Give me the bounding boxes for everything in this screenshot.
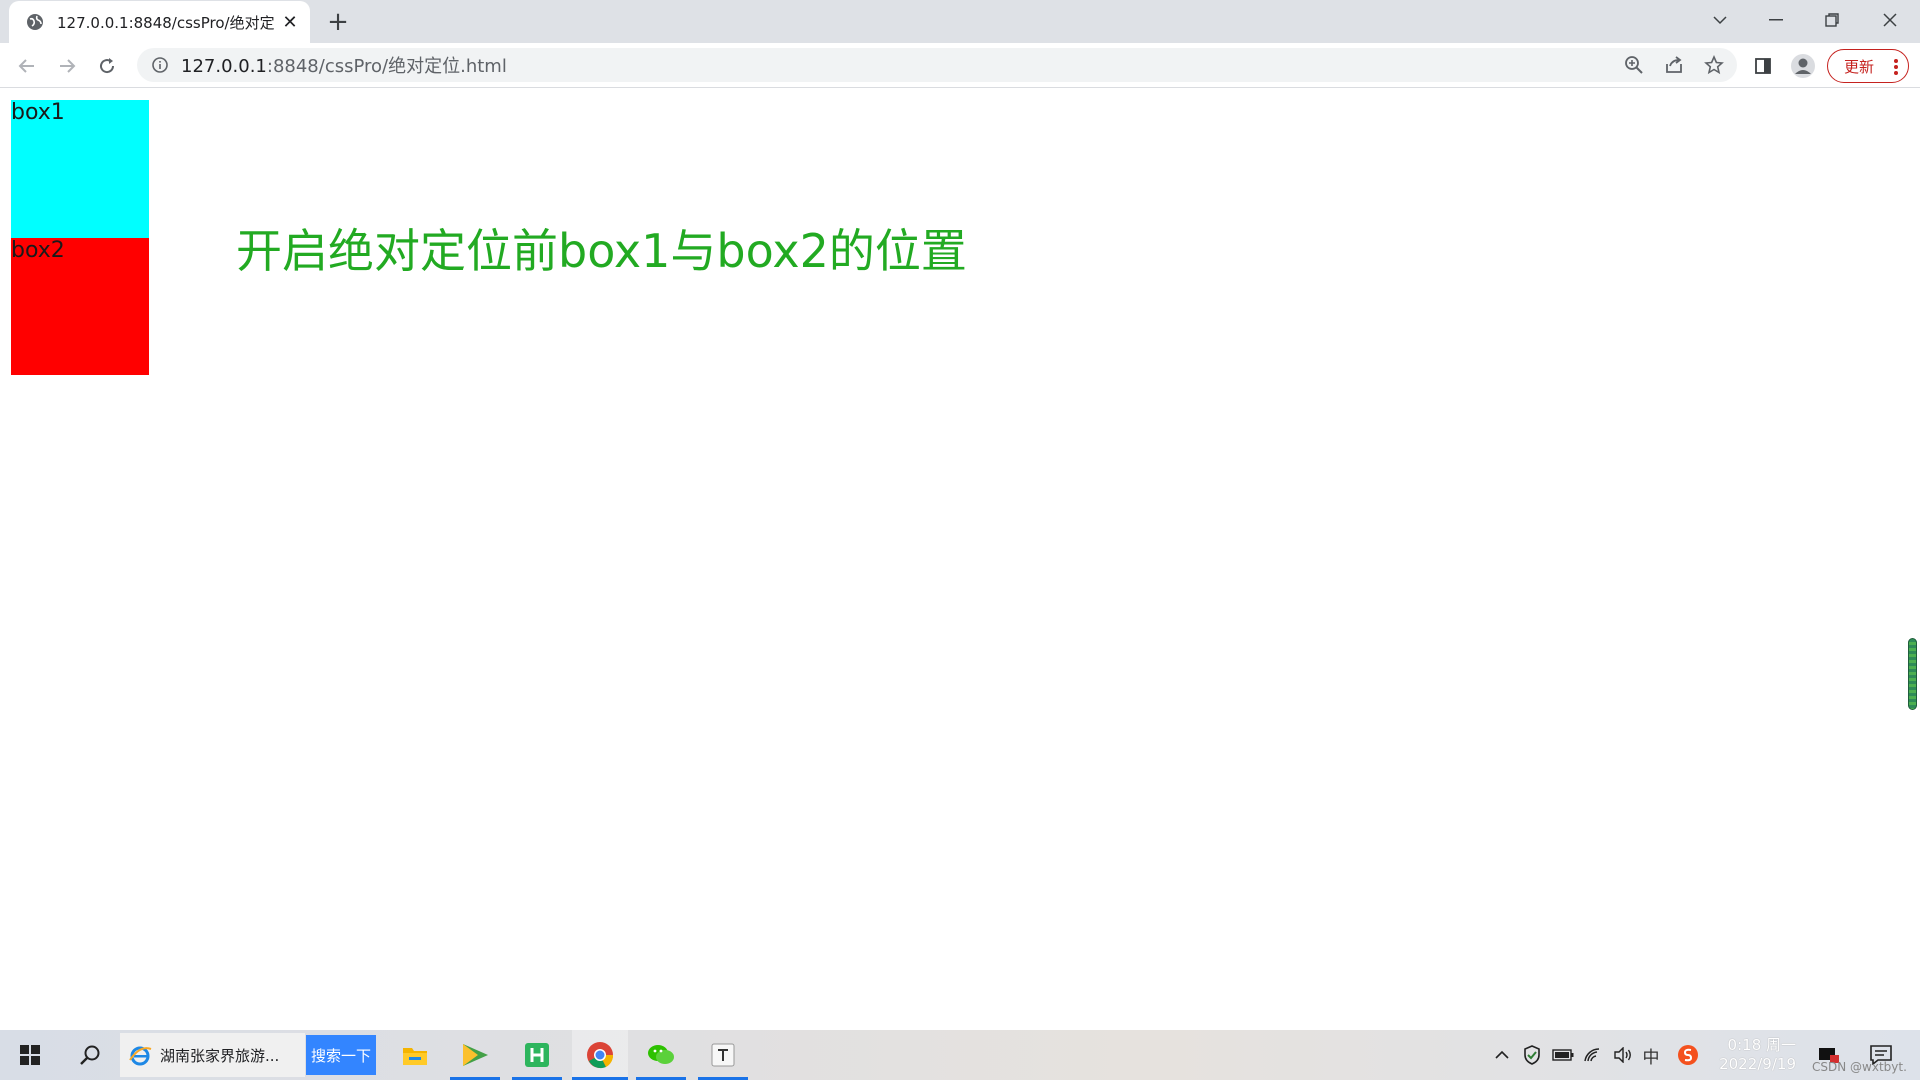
chrome-icon[interactable] (572, 1030, 628, 1080)
wechat-icon[interactable] (636, 1030, 686, 1080)
url-text: 127.0.0.1:8848/cssPro/绝对定位.html (181, 52, 507, 78)
box1-label: box1 (11, 100, 65, 125)
reload-icon[interactable] (92, 51, 122, 81)
folder-icon[interactable] (395, 1030, 435, 1080)
csdn-watermark: CSDN @wxtbyt. (1812, 1060, 1907, 1074)
star-icon[interactable] (1700, 51, 1728, 79)
taskbar-clock[interactable]: 0:18 周一 2022/9/19 (1716, 1036, 1796, 1076)
update-label: 更新 (1844, 57, 1875, 76)
sogou-icon[interactable] (1674, 1030, 1702, 1080)
update-button[interactable]: 更新 (1827, 49, 1909, 83)
search-icon[interactable] (70, 1030, 110, 1080)
chevron-down-icon[interactable] (1692, 0, 1748, 40)
back-icon[interactable] (12, 51, 42, 81)
menu-dots-icon (1894, 59, 1898, 75)
url-path: :8848/cssPro/绝对定位.html (266, 56, 507, 77)
url-host: 127.0.0.1 (181, 56, 267, 77)
tab-active[interactable]: 127.0.0.1:8848/cssPro/绝对定位 ✕ (9, 1, 310, 43)
wifi-icon[interactable] (1580, 1030, 1606, 1080)
address-bar[interactable]: 127.0.0.1:8848/cssPro/绝对定位.html (137, 48, 1737, 82)
globe-icon (25, 12, 45, 32)
restore-icon[interactable] (1804, 0, 1860, 40)
box2: box2 (11, 238, 149, 375)
clock-date: 2022/9/19 (1719, 1055, 1796, 1073)
page-caption: 开启绝对定位前box1与box2的位置 (236, 224, 967, 278)
scroll-widget[interactable] (1908, 638, 1917, 710)
profile-icon[interactable] (1788, 51, 1818, 81)
share-icon[interactable] (1660, 51, 1688, 79)
sidepanel-icon[interactable] (1748, 51, 1778, 81)
clock-time: 0:18 周一 (1727, 1036, 1796, 1054)
baidu-search-button[interactable]: 搜索一下 (306, 1035, 376, 1075)
plus-icon[interactable]: + (324, 7, 352, 37)
box1: box1 (11, 100, 149, 238)
close-icon[interactable]: ✕ (280, 12, 300, 32)
minimize-icon[interactable] (1748, 0, 1804, 40)
ime-indicator[interactable]: 中 (1638, 1030, 1664, 1080)
title-bar: 127.0.0.1:8848/cssPro/绝对定位 ✕ + (0, 0, 1920, 43)
ie-icon (128, 1043, 152, 1067)
play-icon[interactable] (450, 1030, 500, 1080)
typora-icon[interactable] (698, 1030, 748, 1080)
tab-title: 127.0.0.1:8848/cssPro/绝对定位 (57, 13, 274, 32)
battery-icon (1550, 1030, 1576, 1080)
zoom-icon[interactable] (1620, 51, 1648, 79)
info-icon[interactable] (151, 56, 169, 74)
page-content: box1 box2 开启绝对定位前box1与box2的位置 (0, 89, 1920, 1030)
browser-toolbar: 127.0.0.1:8848/cssPro/绝对定位.html 更新 (0, 43, 1920, 88)
windows-icon[interactable] (10, 1030, 50, 1080)
volume-icon[interactable] (1610, 1030, 1636, 1080)
window-close-icon[interactable] (1862, 0, 1918, 40)
box2-label: box2 (11, 238, 65, 263)
forward-icon[interactable] (52, 51, 82, 81)
taskbar-ie-window[interactable]: 湖南张家界旅游... (120, 1033, 305, 1077)
shield-icon[interactable] (1520, 1030, 1544, 1080)
chevron-up-icon[interactable] (1492, 1030, 1512, 1080)
hbuilder-icon[interactable] (512, 1030, 562, 1080)
ie-window-title: 湖南张家界旅游... (160, 1046, 280, 1065)
taskbar: 湖南张家界旅游... 搜索一下 中 0:18 周一 2022/9/19 CSDN… (0, 1030, 1920, 1080)
